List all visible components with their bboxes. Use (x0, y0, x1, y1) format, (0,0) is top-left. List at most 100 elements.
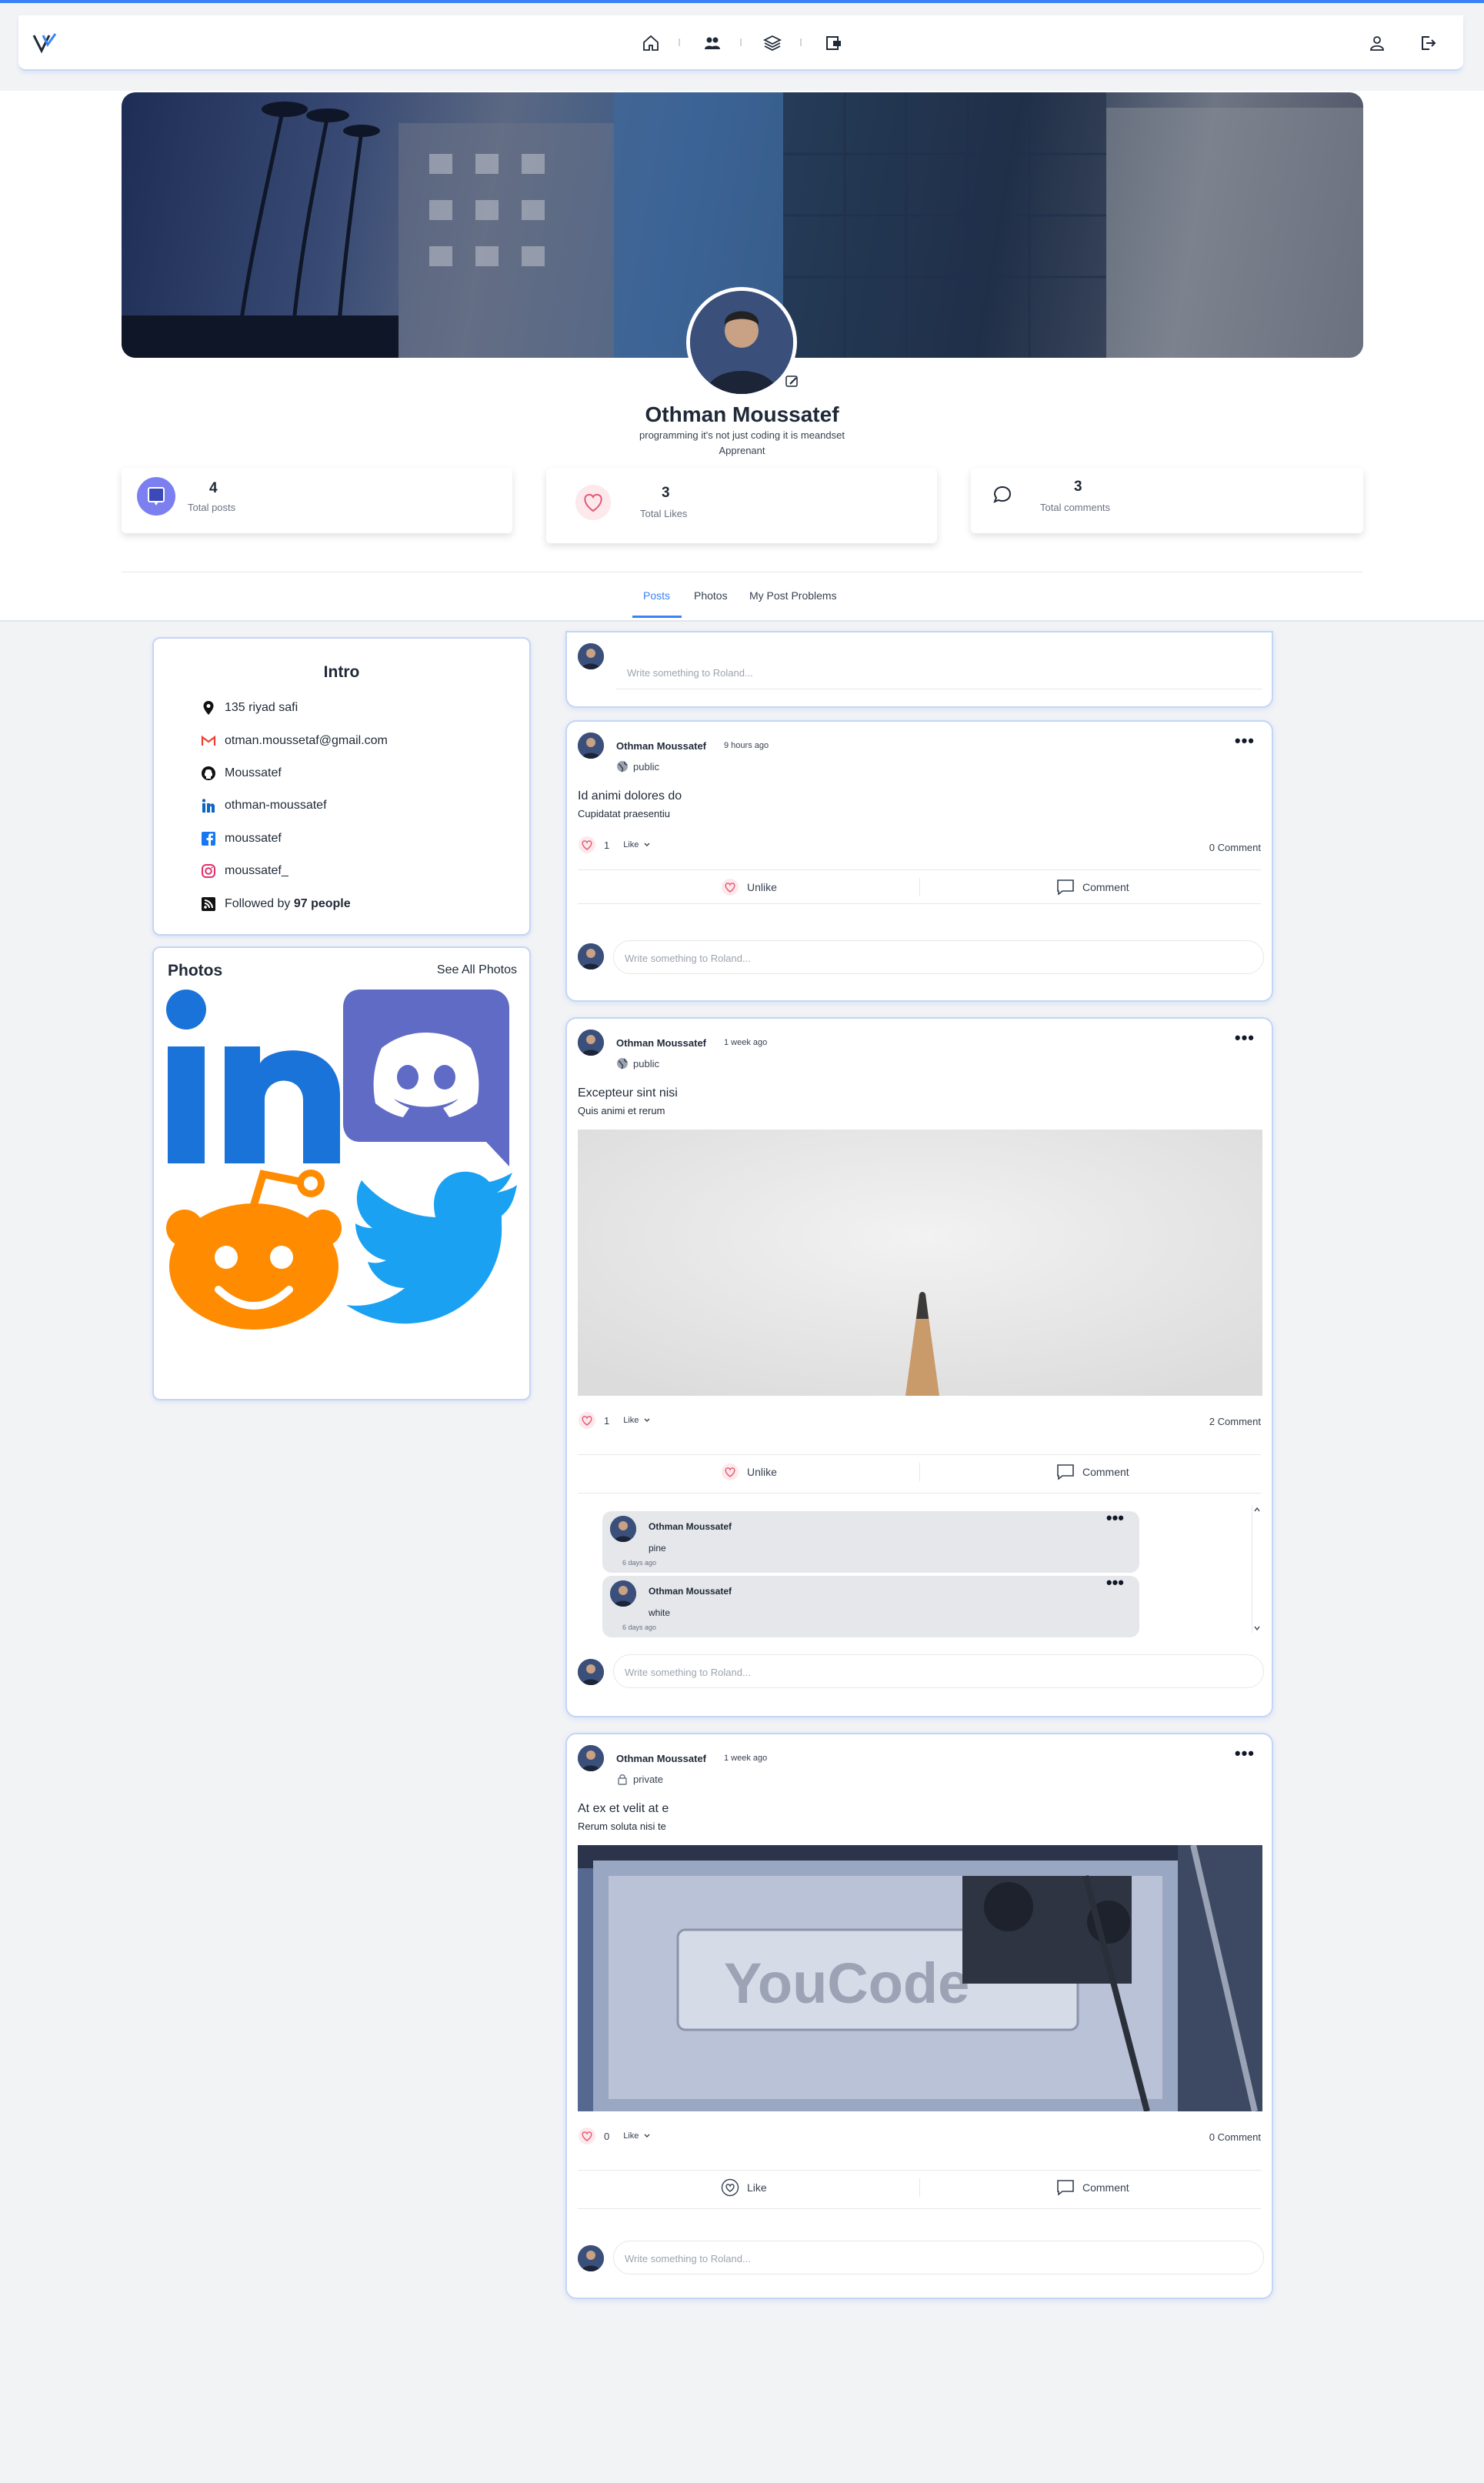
wallet-icon[interactable] (825, 34, 843, 52)
unlike-button[interactable]: Unlike (721, 876, 777, 899)
post-author[interactable]: Othman Moussatef (616, 1037, 706, 1049)
header-bottom-border (0, 620, 1484, 622)
github-icon (200, 765, 217, 782)
comment-count[interactable]: 2 Comment (1209, 1416, 1261, 1427)
tab-photos[interactable]: Photos (694, 589, 728, 602)
post-body: Cupidatat praesentiu (578, 808, 670, 819)
post-menu-icon[interactable]: ••• (1235, 1030, 1255, 1046)
rss-icon (200, 896, 217, 913)
comment-menu-icon[interactable]: ••• (1106, 1510, 1124, 1527)
post-menu-icon[interactable]: ••• (1235, 1745, 1255, 1762)
reply-input[interactable]: Write something to Roland... (613, 2241, 1264, 2274)
post-author[interactable]: Othman Moussatef (616, 740, 706, 752)
comment-count[interactable]: 0 Comment (1209, 2131, 1261, 2143)
photo-twitter[interactable] (343, 1166, 522, 1345)
photo-discord[interactable] (343, 988, 522, 1166)
tab-my-post-problems[interactable]: My Post Problems (749, 589, 837, 602)
post-reactions: 1 Like (578, 1411, 651, 1430)
post-menu-icon[interactable]: ••• (1235, 733, 1255, 749)
comment-count[interactable]: 0 Comment (1209, 842, 1261, 853)
see-all-photos-link[interactable]: See All Photos (437, 963, 517, 977)
post-image[interactable] (578, 1130, 1262, 1396)
profile-avatar[interactable] (686, 287, 797, 398)
comment-button[interactable]: Comment (1056, 1460, 1129, 1483)
edit-avatar-icon[interactable] (785, 374, 800, 389)
comments-scrollbar[interactable] (1252, 1505, 1261, 1633)
comments-list[interactable]: Othman Moussatef pine 6 days ago ••• Oth… (578, 1499, 1262, 1637)
logo-icon[interactable] (32, 32, 58, 54)
author-avatar[interactable] (578, 1030, 604, 1056)
composer-input[interactable]: Write something to Roland... (616, 656, 1262, 689)
layers-icon[interactable] (763, 34, 782, 52)
action-separator (919, 2178, 920, 2197)
stat-value: 4 (209, 480, 218, 496)
profile-role: Apprenant (719, 445, 765, 456)
photos-title: Photos (168, 962, 223, 980)
comment-time: 6 days ago (622, 1624, 657, 1631)
comment-button[interactable]: Comment (1056, 876, 1129, 899)
tab-posts[interactable]: Posts (643, 589, 670, 602)
intro-facebook[interactable]: moussatef (200, 829, 282, 848)
reply-input[interactable]: Write something to Roland... (613, 940, 1264, 974)
comment-icon (1056, 2179, 1075, 2196)
like-button[interactable]: Like (721, 2176, 767, 2199)
author-avatar[interactable] (578, 733, 604, 759)
photo-linkedin[interactable] (165, 988, 343, 1166)
photos-card: Photos See All Photos (152, 946, 531, 1400)
heart-icon (578, 2127, 596, 2145)
comment-avatar (610, 1516, 636, 1542)
comment-button[interactable]: Comment (1056, 2176, 1129, 2199)
chevron-down-icon[interactable] (643, 841, 651, 849)
chevron-down-icon[interactable] (643, 2132, 651, 2140)
post-card: Othman Moussatef 1 week ago private ••• … (565, 1733, 1273, 2299)
intro-linkedin[interactable]: othman-moussatef (200, 796, 327, 815)
intro-card: Intro 135 riyad safi otman.moussetaf@gma… (152, 637, 531, 936)
comment-menu-icon[interactable]: ••• (1106, 1574, 1124, 1591)
unlike-button[interactable]: Unlike (721, 1460, 777, 1483)
post-time: 1 week ago (724, 1754, 768, 1763)
like-dropdown[interactable]: Like (623, 840, 639, 849)
location-pin-icon (200, 699, 217, 716)
like-count: 1 (604, 1414, 610, 1427)
post-reactions: 1 Like (578, 836, 651, 854)
post-body: Quis animi et rerum (578, 1105, 665, 1116)
heart-icon (575, 485, 611, 520)
comment-author[interactable]: Othman Moussatef (649, 1521, 732, 1532)
photo-reddit[interactable] (165, 1166, 343, 1345)
like-count: 1 (604, 839, 610, 851)
stat-label: Total comments (1040, 502, 1111, 513)
action-separator (919, 878, 920, 896)
user-avatar (578, 1659, 604, 1685)
action-separator (919, 1463, 920, 1481)
intro-github[interactable]: Moussatef (200, 764, 282, 783)
like-dropdown[interactable]: Like (623, 2131, 639, 2141)
post-author[interactable]: Othman Moussatef (616, 1753, 706, 1764)
svg-text:YouCode: YouCode (724, 1951, 969, 2015)
post-visibility: public (616, 1057, 659, 1070)
like-dropdown[interactable]: Like (623, 1416, 639, 1425)
chevron-down-icon[interactable] (643, 1417, 651, 1424)
author-avatar[interactable] (578, 1745, 604, 1771)
comment-author[interactable]: Othman Moussatef (649, 1586, 732, 1597)
home-icon[interactable] (642, 34, 660, 52)
post-title: Excepteur sint nisi (578, 1086, 678, 1100)
heart-icon (721, 878, 739, 896)
intro-email[interactable]: otman.moussetaf@gmail.com (200, 732, 388, 750)
intro-title: Intro (323, 663, 360, 681)
users-icon[interactable] (703, 34, 722, 52)
intro-instagram[interactable]: moussatef_ (200, 862, 288, 880)
user-icon[interactable] (1368, 34, 1386, 52)
lock-icon (616, 1773, 629, 1785)
post-title: At ex et velit at e (578, 1802, 669, 1815)
reply-input[interactable]: Write something to Roland... (613, 1654, 1264, 1688)
globe-icon (616, 1057, 629, 1070)
post-image[interactable]: YouCode (578, 1845, 1262, 2111)
comment-icon (992, 485, 1012, 505)
logout-icon[interactable] (1419, 34, 1437, 52)
heart-icon (721, 1463, 739, 1481)
stat-card-comments: 3 Total comments (971, 468, 1363, 533)
post-time: 9 hours ago (724, 741, 769, 750)
nav-separator (740, 38, 742, 46)
post-body: Rerum soluta nisi te (578, 1821, 666, 1832)
post-card: Othman Moussatef 9 hours ago public ••• … (565, 720, 1273, 1002)
